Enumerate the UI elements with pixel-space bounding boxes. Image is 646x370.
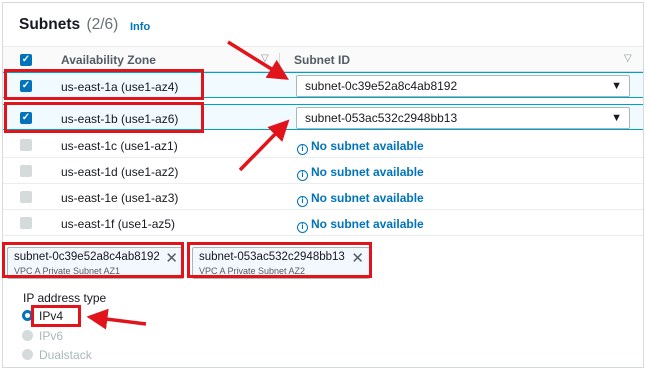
- annotation-highlight-box: [31, 305, 81, 327]
- annotation-arrow: [86, 308, 147, 330]
- annotation-arrow: [227, 40, 289, 80]
- annotation-arrows: [86, 40, 290, 330]
- annotation-arrow: [238, 119, 290, 172]
